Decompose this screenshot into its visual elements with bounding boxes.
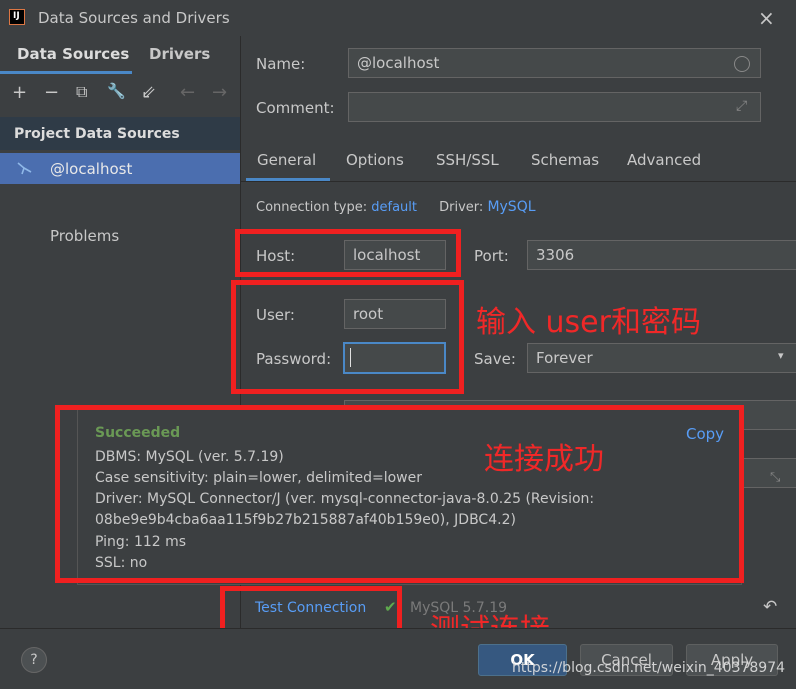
tab-drivers[interactable]: Drivers <box>149 45 210 63</box>
wrench-icon[interactable]: 🔧 <box>107 82 126 100</box>
datasource-localhost-label[interactable]: @localhost <box>50 160 132 178</box>
tab-advanced[interactable]: Advanced <box>627 151 701 169</box>
driver-link[interactable]: MySQL <box>487 199 535 215</box>
annotation-popup-box <box>55 405 744 583</box>
import-icon[interactable]: ⇙ <box>141 82 156 103</box>
back-arrow-icon[interactable]: ← <box>180 82 195 103</box>
expand-icon[interactable]: ⤢ <box>736 98 747 114</box>
driver-label: Driver: <box>439 200 484 215</box>
comment-label: Comment: <box>256 99 335 117</box>
tab-active-indicator <box>0 71 132 74</box>
name-input[interactable]: @localhost <box>348 48 761 78</box>
annotation-credentials-box <box>231 280 464 394</box>
problems-item[interactable]: Problems <box>50 227 119 245</box>
duplicate-icon[interactable]: ⧉ <box>76 82 87 102</box>
mysql-dolphin-icon <box>17 162 32 175</box>
connection-type-label: Connection type: <box>256 200 368 215</box>
connection-info: Connection type: default Driver: MySQL <box>256 199 536 215</box>
close-icon[interactable]: × <box>758 6 775 30</box>
project-data-sources-title: Project Data Sources <box>14 126 180 142</box>
tab-schemas[interactable]: Schemas <box>531 151 599 169</box>
port-label: Port: <box>474 247 509 265</box>
forward-arrow-icon[interactable]: → <box>212 82 227 103</box>
subtab-divider <box>240 181 796 182</box>
tab-ssh-ssl[interactable]: SSH/SSL <box>436 151 499 169</box>
port-input[interactable]: 3306 <box>527 240 796 270</box>
save-label: Save: <box>474 350 516 368</box>
tab-general[interactable]: General <box>257 151 316 169</box>
window-title: Data Sources and Drivers <box>38 9 230 27</box>
watermark: https://blog.csdn.net/weixin_40378974 <box>512 660 786 676</box>
annotation-success-note: 连接成功 <box>484 442 604 477</box>
revert-icon[interactable]: ↶ <box>763 597 777 617</box>
tab-data-sources-label[interactable]: Data Sources <box>17 45 129 63</box>
tab-options[interactable]: Options <box>346 151 404 169</box>
annotation-input-note: 输入 user和密码 <box>476 305 701 340</box>
help-button[interactable]: ? <box>21 647 47 673</box>
expand-url-icon[interactable]: ⤡ <box>770 470 780 485</box>
add-icon[interactable]: + <box>12 82 27 103</box>
name-label: Name: <box>256 55 306 73</box>
save-select[interactable]: Forever <box>527 343 796 373</box>
bottom-bar <box>0 628 796 689</box>
comment-input[interactable] <box>348 92 761 122</box>
color-circle-icon[interactable] <box>734 56 750 72</box>
connection-type-link[interactable]: default <box>371 200 417 215</box>
chevron-down-icon[interactable]: ▾ <box>778 349 784 362</box>
annotation-host-box <box>235 229 461 277</box>
intellij-logo-icon: IJ <box>9 9 25 25</box>
remove-icon[interactable]: − <box>44 82 59 103</box>
